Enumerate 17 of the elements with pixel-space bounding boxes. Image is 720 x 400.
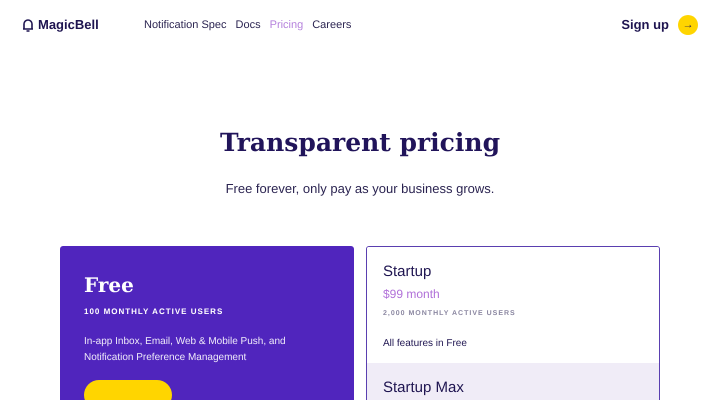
page-title: Transparent pricing: [218, 127, 502, 159]
plan-name: Free: [84, 272, 135, 299]
plan-users: 100 MONTHLY ACTIVE USERS: [84, 306, 224, 318]
nav-link[interactable]: Docs: [236, 16, 261, 34]
bell-icon: [22, 18, 34, 32]
page-subtitle: Free forever, only pay as your business grows.: [224, 180, 496, 198]
nav-link[interactable]: Careers: [312, 16, 352, 34]
plan-section[interactable]: Startup Max: [367, 362, 659, 400]
brand-logo[interactable]: MagicBell: [38, 15, 99, 35]
nav-link[interactable]: Notification Spec: [144, 16, 227, 34]
sign-up-link[interactable]: Sign up: [621, 15, 669, 35]
plan-name: Startup Max: [383, 378, 465, 396]
arrow-button[interactable]: →: [678, 15, 698, 35]
plan-price: $99 month: [383, 286, 441, 303]
plan-description: In-app Inbox, Email, Web & Mobile Push, and Notification Preference Management: [84, 335, 287, 365]
plan-features: All features in Free: [383, 336, 468, 350]
plan-name: Startup: [383, 263, 432, 281]
